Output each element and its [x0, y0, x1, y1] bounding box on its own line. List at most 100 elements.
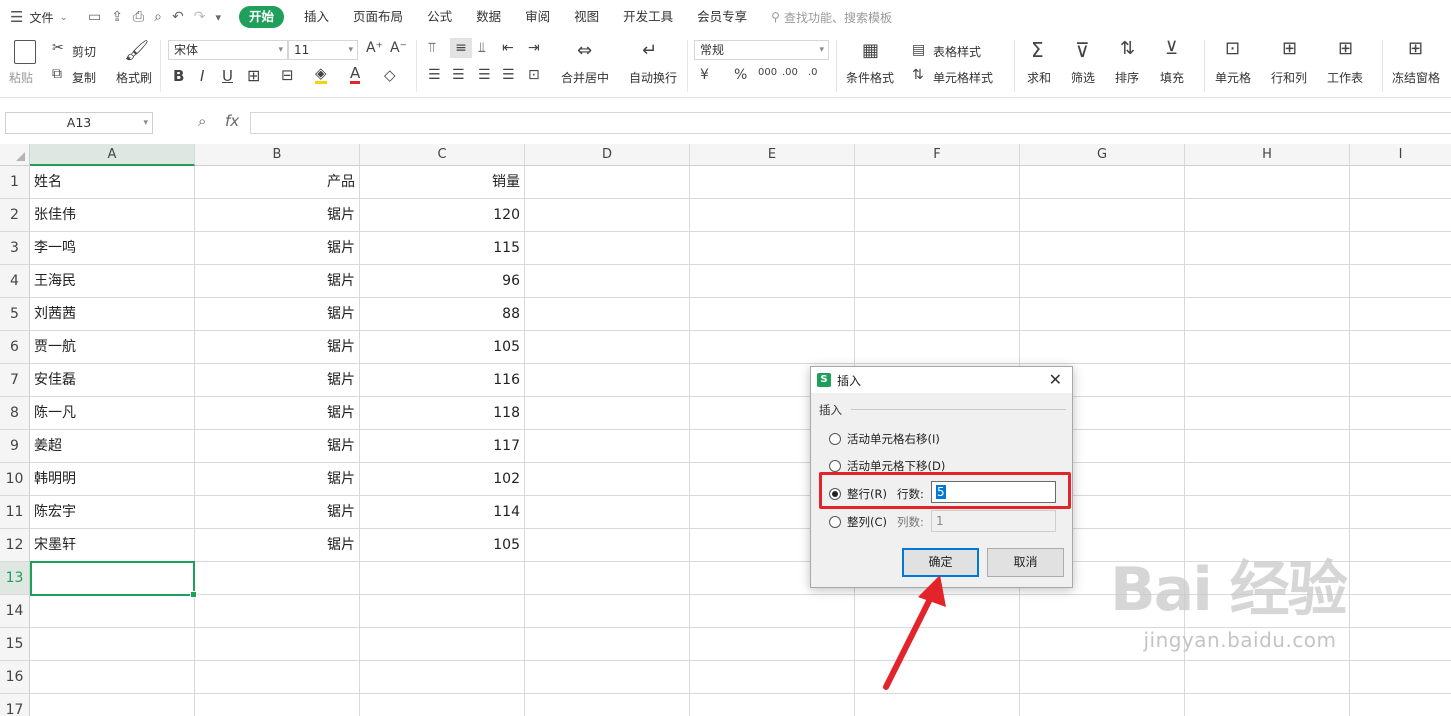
cell-C14[interactable]: [360, 595, 525, 628]
cell-B5[interactable]: 锯片: [195, 298, 360, 331]
print-preview-icon[interactable]: ⌕: [154, 9, 162, 25]
cell-B11[interactable]: 锯片: [195, 496, 360, 529]
cell-A17[interactable]: [30, 694, 195, 716]
cell-I2[interactable]: [1350, 199, 1451, 232]
cell-A6[interactable]: 贾一航: [30, 331, 195, 364]
row-header-11[interactable]: 11: [0, 496, 30, 529]
cell-B8[interactable]: 锯片: [195, 397, 360, 430]
cell-I8[interactable]: [1350, 397, 1451, 430]
merge-center-icon[interactable]: ⇔: [577, 40, 592, 61]
cell-C13[interactable]: [360, 562, 525, 595]
row-header-8[interactable]: 8: [0, 397, 30, 430]
cell-E5[interactable]: [690, 298, 855, 331]
cell-D10[interactable]: [525, 463, 690, 496]
cell-B17[interactable]: [195, 694, 360, 716]
cell-C4[interactable]: 96: [360, 265, 525, 298]
file-menu[interactable]: ☰ 文件 ⌄: [0, 8, 82, 26]
cell-B1[interactable]: 产品: [195, 166, 360, 199]
name-box[interactable]: A13 ▾: [5, 112, 153, 134]
cell-E2[interactable]: [690, 199, 855, 232]
cell-H3[interactable]: [1185, 232, 1350, 265]
row-header-3[interactable]: 3: [0, 232, 30, 265]
cell-I11[interactable]: [1350, 496, 1451, 529]
filter-icon[interactable]: ⊽: [1075, 38, 1090, 62]
cell-A3[interactable]: 李一鸣: [30, 232, 195, 265]
cell-G3[interactable]: [1020, 232, 1185, 265]
cell-H10[interactable]: [1185, 463, 1350, 496]
cell-I5[interactable]: [1350, 298, 1451, 331]
cell-C7[interactable]: 116: [360, 364, 525, 397]
cell-D16[interactable]: [525, 661, 690, 694]
cell-F3[interactable]: [855, 232, 1020, 265]
cell-E16[interactable]: [690, 661, 855, 694]
tab-data[interactable]: 数据: [464, 6, 513, 28]
cell-E15[interactable]: [690, 628, 855, 661]
cell-I7[interactable]: [1350, 364, 1451, 397]
align-right-icon[interactable]: ☰: [478, 67, 491, 83]
align-bottom-icon[interactable]: ⫫: [478, 40, 486, 56]
row-header-14[interactable]: 14: [0, 595, 30, 628]
radio-entire-column[interactable]: 整列(C): [829, 514, 887, 530]
conditional-format-button[interactable]: 条件格式: [846, 69, 894, 86]
cell-A1[interactable]: 姓名: [30, 166, 195, 199]
worksheet-button[interactable]: 工作表: [1327, 69, 1363, 86]
cell-I6[interactable]: [1350, 331, 1451, 364]
cell-D9[interactable]: [525, 430, 690, 463]
cell-H16[interactable]: [1185, 661, 1350, 694]
cell-C6[interactable]: 105: [360, 331, 525, 364]
bold-icon[interactable]: B: [173, 67, 184, 85]
indent-icon[interactable]: ⇥: [528, 40, 540, 56]
cell-I10[interactable]: [1350, 463, 1451, 496]
radio-button[interactable]: [829, 433, 841, 445]
column-header-B[interactable]: B: [195, 144, 360, 166]
column-header-A[interactable]: A: [30, 144, 195, 166]
radio-shift-right[interactable]: 活动单元格右移(I): [829, 431, 940, 447]
row-header-15[interactable]: 15: [0, 628, 30, 661]
column-header-G[interactable]: G: [1020, 144, 1185, 166]
font-name-select[interactable]: 宋体 ▾: [168, 40, 288, 60]
paste-icon[interactable]: [14, 40, 36, 64]
cell-A16[interactable]: [30, 661, 195, 694]
row-header-7[interactable]: 7: [0, 364, 30, 397]
row-header-6[interactable]: 6: [0, 331, 30, 364]
row-header-17[interactable]: 17: [0, 694, 30, 716]
cell-icon[interactable]: ⊡: [1225, 38, 1240, 59]
column-header-F[interactable]: F: [855, 144, 1020, 166]
underline-icon[interactable]: U: [222, 67, 233, 85]
print-icon[interactable]: ⎙: [133, 9, 144, 25]
table-style-icon[interactable]: ▤: [912, 42, 925, 58]
cell-A2[interactable]: 张佳伟: [30, 199, 195, 232]
row-header-2[interactable]: 2: [0, 199, 30, 232]
paste-button[interactable]: 粘贴: [9, 69, 33, 86]
export-icon[interactable]: ⇪: [111, 9, 123, 25]
border-icon[interactable]: ⊞: [247, 66, 260, 85]
cell-G16[interactable]: [1020, 661, 1185, 694]
sum-icon[interactable]: Σ: [1031, 38, 1044, 62]
select-all-corner[interactable]: [0, 144, 30, 166]
cell-A4[interactable]: 王海民: [30, 265, 195, 298]
number-format-select[interactable]: 常规 ▾: [694, 40, 829, 60]
cell-style-button[interactable]: 单元格样式: [933, 69, 993, 86]
cell-button[interactable]: 单元格: [1215, 69, 1251, 86]
fill-icon[interactable]: ⊻: [1165, 38, 1178, 59]
fill-color-icon[interactable]: ◈: [315, 65, 327, 84]
cell-C3[interactable]: 115: [360, 232, 525, 265]
radio-button[interactable]: [829, 516, 841, 528]
zoom-icon[interactable]: ⌕: [198, 112, 206, 130]
redo-icon[interactable]: ↷: [194, 9, 206, 25]
decrease-font-icon[interactable]: A⁻: [390, 40, 407, 56]
tab-page-layout[interactable]: 页面布局: [341, 6, 415, 28]
cell-H6[interactable]: [1185, 331, 1350, 364]
cell-C12[interactable]: 105: [360, 529, 525, 562]
cell-B13[interactable]: [195, 562, 360, 595]
cell-G17[interactable]: [1020, 694, 1185, 716]
cell-I3[interactable]: [1350, 232, 1451, 265]
cell-F2[interactable]: [855, 199, 1020, 232]
radio-button[interactable]: [829, 460, 841, 472]
cell-B15[interactable]: [195, 628, 360, 661]
cell-G2[interactable]: [1020, 199, 1185, 232]
thousands-icon[interactable]: 000: [758, 67, 777, 78]
column-header-H[interactable]: H: [1185, 144, 1350, 166]
copy-icon[interactable]: ⧉: [52, 66, 62, 82]
fill-pattern-icon[interactable]: ⊟: [281, 66, 294, 84]
